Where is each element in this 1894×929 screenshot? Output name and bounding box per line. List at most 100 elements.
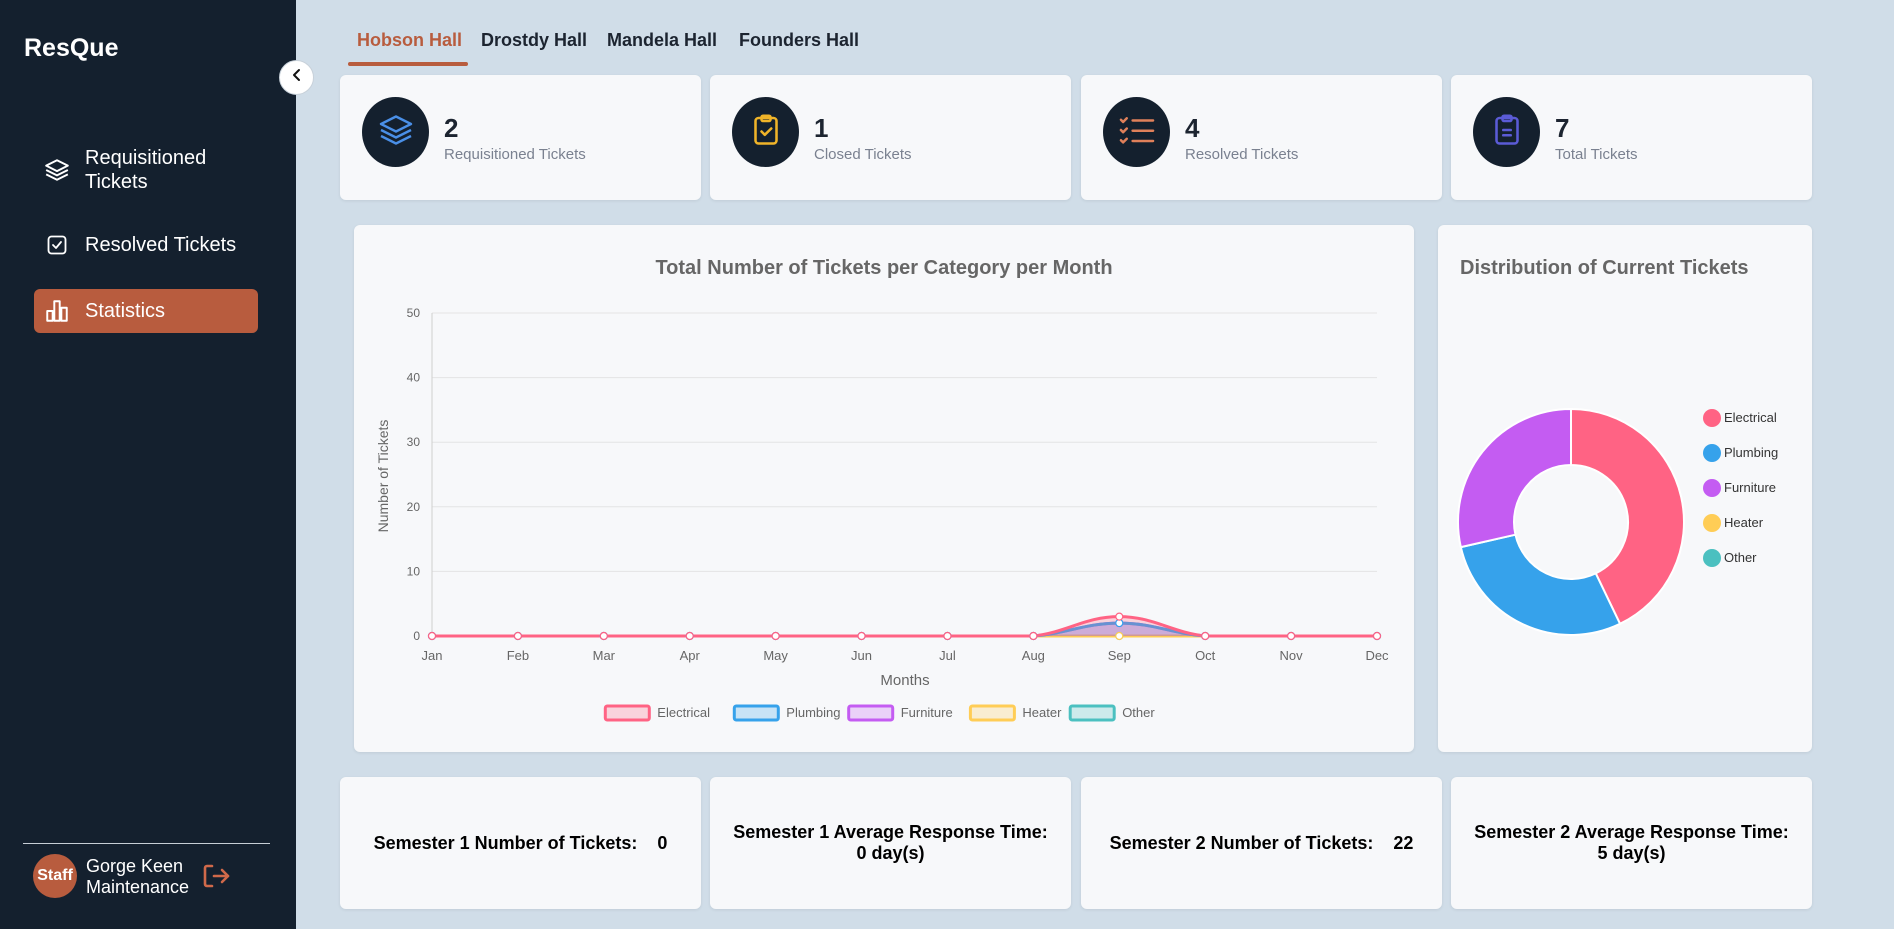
data-point-electrical[interactable] xyxy=(513,631,523,641)
donut-legend-item-plumbing[interactable]: Plumbing xyxy=(1703,444,1778,462)
chevron-left-icon xyxy=(289,67,305,88)
donut-legend-item-furniture[interactable]: Furniture xyxy=(1703,479,1776,497)
data-point-electrical[interactable] xyxy=(1372,631,1382,641)
stat-card-closed: 1 Closed Tickets xyxy=(710,75,1071,200)
user-role: Maintenance xyxy=(86,877,190,897)
stat-label: Resolved Tickets xyxy=(1185,146,1299,163)
avatar: Staff xyxy=(33,854,77,898)
stat-icon-circle xyxy=(362,97,429,167)
data-point-electrical[interactable] xyxy=(943,631,952,641)
legend-swatch xyxy=(732,704,780,722)
tab-mandela-hall[interactable]: Mandela Hall xyxy=(607,30,717,51)
x-tick-label: Jan xyxy=(422,648,443,663)
legend-swatch xyxy=(968,704,1016,722)
tab-founders-hall[interactable]: Founders Hall xyxy=(739,30,859,51)
series-area-plumbing xyxy=(432,623,1377,636)
sidebar-item-label: Resolved Tickets xyxy=(85,233,237,256)
semester1-response-value: 0 day(s) xyxy=(856,843,925,863)
logout-icon xyxy=(201,864,231,894)
semester1-response-card: Semester 1 Average Response Time: 0 day(… xyxy=(710,777,1071,909)
data-point-electrical[interactable] xyxy=(1286,631,1296,641)
y-tick-label: 0 xyxy=(413,629,420,643)
x-tick-label: Nov xyxy=(1280,648,1304,663)
legend-swatch xyxy=(1703,549,1721,567)
legend-label: Electrical xyxy=(1724,410,1777,425)
tab-drostdy-hall[interactable]: Drostdy Hall xyxy=(481,30,587,51)
legend-swatch xyxy=(1703,514,1721,532)
sidebar-item-label: Statistics xyxy=(85,299,166,322)
stat-value: 7 xyxy=(1555,113,1570,143)
logout-button[interactable] xyxy=(201,862,231,890)
x-tick-label: Feb xyxy=(507,648,529,663)
legend-item-electrical[interactable]: Electrical xyxy=(603,704,710,722)
stat-icon-circle xyxy=(1473,97,1540,167)
y-axis-label: Number of Tickets xyxy=(375,420,391,533)
legend-item-plumbing[interactable]: Plumbing xyxy=(732,704,841,722)
data-point-electrical[interactable] xyxy=(771,631,780,641)
series-line-furniture xyxy=(431,621,1377,638)
legend-item-furniture[interactable]: Furniture xyxy=(847,704,953,722)
donut-chart-card: Distribution of Current Tickets Electric… xyxy=(1438,225,1812,752)
legend-item-other[interactable]: Other xyxy=(1068,704,1155,722)
sidebar: ResQue Requisitioned Tickets Resolved Ti… xyxy=(0,0,296,929)
donut-chart: Electrical Plumbing Furniture Heater Other xyxy=(1457,407,1778,636)
legend-label: Plumbing xyxy=(1724,445,1778,460)
legend-label: Electrical xyxy=(657,705,710,720)
x-tick-label: Apr xyxy=(680,648,701,663)
donut-slice-plumbing[interactable] xyxy=(1459,533,1622,636)
x-tick-label: Aug xyxy=(1022,648,1045,663)
series-area-electrical xyxy=(432,616,1377,636)
active-tab-indicator xyxy=(348,62,468,66)
data-point-electrical[interactable] xyxy=(1115,612,1124,621)
donut-legend-item-other[interactable]: Other xyxy=(1703,549,1757,567)
semester1-tickets-label: Semester 1 Number of Tickets: xyxy=(373,832,638,853)
data-point-electrical[interactable] xyxy=(685,631,694,641)
y-tick-label: 40 xyxy=(407,371,421,385)
donut-legend-item-heater[interactable]: Heater xyxy=(1703,514,1764,532)
data-point-electrical[interactable] xyxy=(1029,631,1038,641)
sidebar-item-resolved-tickets[interactable]: Resolved Tickets xyxy=(34,228,258,262)
stat-value: 2 xyxy=(444,113,459,143)
line-chart-card: Total Number of Tickets per Category per… xyxy=(354,225,1414,752)
user-name: Gorge Keen xyxy=(86,856,184,876)
stat-value: 4 xyxy=(1185,113,1200,143)
y-tick-label: 10 xyxy=(407,564,421,578)
y-tick-label: 30 xyxy=(407,435,421,449)
y-tick-label: 50 xyxy=(407,306,421,320)
stat-label: Total Tickets xyxy=(1555,146,1638,163)
legend-label: Furniture xyxy=(901,705,953,720)
tab-hobson-hall[interactable]: Hobson Hall xyxy=(357,30,462,51)
data-point-electrical[interactable] xyxy=(1201,631,1210,641)
semester2-response-label: Semester 2 Average Response Time: xyxy=(1474,822,1789,842)
x-tick-label: Sep xyxy=(1108,648,1131,663)
semester2-response-card: Semester 2 Average Response Time: 5 day(… xyxy=(1451,777,1812,909)
collapse-sidebar-button[interactable] xyxy=(279,60,314,95)
clipboard-icon xyxy=(1489,112,1525,153)
brand-logo: ResQue xyxy=(24,34,119,62)
layers-icon xyxy=(43,156,71,184)
stat-label: Requisitioned Tickets xyxy=(444,146,586,163)
stat-icon-circle xyxy=(732,97,799,167)
data-point-heater[interactable] xyxy=(1115,631,1124,641)
donut-legend-item-electrical[interactable]: Electrical xyxy=(1703,409,1777,427)
semester1-tickets-card: Semester 1 Number of Tickets: 0 xyxy=(340,777,701,909)
data-point-electrical[interactable] xyxy=(599,631,608,641)
sidebar-divider xyxy=(23,843,270,844)
series-area-furniture xyxy=(432,623,1377,636)
legend-item-heater[interactable]: Heater xyxy=(968,704,1062,722)
sidebar-item-requisitioned-tickets[interactable]: Requisitioned Tickets xyxy=(34,144,258,196)
x-tick-label: May xyxy=(763,648,788,663)
data-point-electrical[interactable] xyxy=(857,631,866,641)
stat-label: Closed Tickets xyxy=(814,146,912,163)
sidebar-item-statistics[interactable]: Statistics xyxy=(34,289,258,333)
y-tick-label: 20 xyxy=(407,500,421,514)
legend-swatch xyxy=(603,704,651,722)
legend-swatch xyxy=(1703,409,1721,427)
data-point-electrical[interactable] xyxy=(427,631,437,641)
semester1-response-label: Semester 1 Average Response Time: xyxy=(733,822,1048,842)
semester2-response-value: 5 day(s) xyxy=(1597,843,1666,863)
legend-swatch xyxy=(847,704,895,722)
donut-slice-furniture[interactable] xyxy=(1457,407,1572,549)
x-tick-label: Jul xyxy=(939,648,956,663)
x-tick-label: Mar xyxy=(593,648,616,663)
